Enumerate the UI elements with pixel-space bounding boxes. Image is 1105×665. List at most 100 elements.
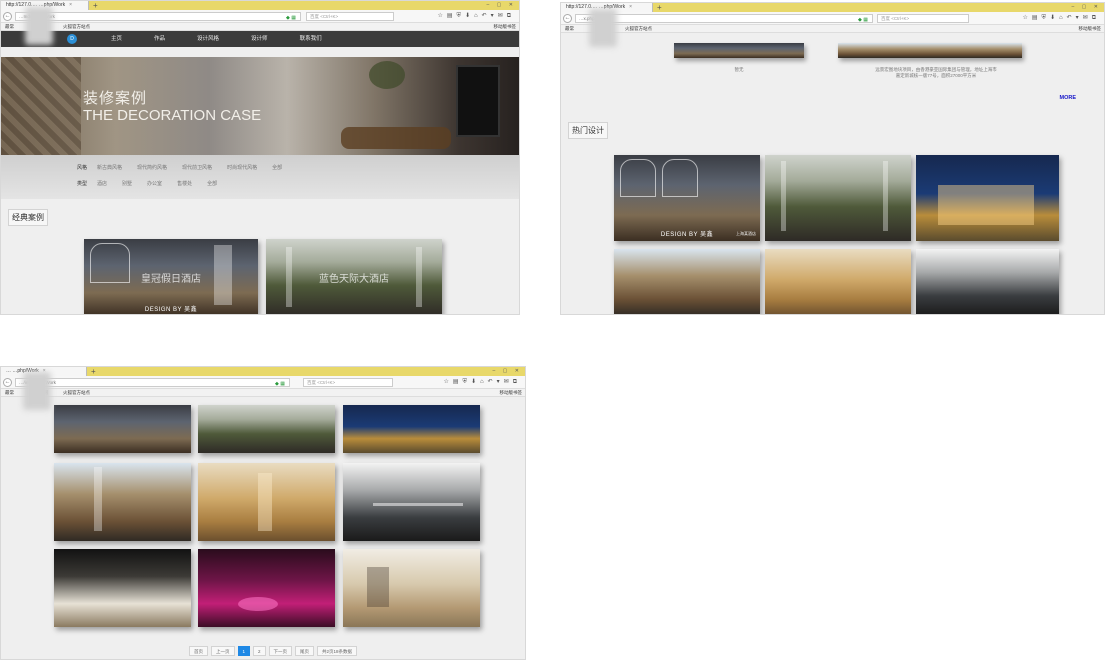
filter-option[interactable]: 全部 [207,180,217,187]
bookmark-item[interactable]: 火狐官方站点 [625,25,652,33]
filter-panel: 风格 新古典风格 现代简约风格 现代前卫风格 时尚现代风格 全部 类型 酒店 别… [1,155,519,199]
redaction-blur [23,372,51,410]
filter-option[interactable]: 新古典风格 [97,164,122,171]
design-card[interactable] [343,405,480,453]
project-card[interactable] [674,43,804,58]
card-label: 上海某酒店 [736,231,756,236]
design-card[interactable] [614,249,760,314]
menu-item-styles[interactable]: 设计风格 [197,31,219,47]
search-input[interactable]: 百度 <Ctrl+K> [306,12,394,21]
banner-artwork [456,65,500,137]
design-card[interactable] [343,463,480,541]
search-placeholder: 百度 <Ctrl+K> [310,14,339,19]
style-filter-row: 风格 新古典风格 现代简约风格 现代前卫风格 时尚现代风格 全部 [77,164,297,171]
plus-icon[interactable]: + [93,1,98,10]
card-title: 蓝色天际大酒店 [319,273,389,285]
design-card[interactable] [916,249,1059,314]
filter-option[interactable]: 全部 [272,164,282,171]
close-icon[interactable]: × [629,4,632,10]
redaction-blur [25,7,53,45]
design-card[interactable] [343,549,480,627]
menu-item-home[interactable]: 主页 [111,31,122,47]
card-structure [373,503,463,506]
search-input[interactable]: 百度 <Ctrl+K> [303,378,393,387]
filter-option[interactable]: 售楼处 [177,180,192,187]
bookmark-item[interactable]: 火狐官方站点 [63,23,90,31]
card-ottoman [238,597,278,611]
card-column [883,161,888,231]
url-bar[interactable]: …Index.php/Work◆ ▦ [15,12,301,21]
bookmark-item[interactable]: 火狐官方站点 [63,389,90,397]
more-link[interactable]: MORE [1060,95,1077,101]
design-card[interactable] [765,155,911,241]
case-card[interactable]: 皇冠假日酒店 DESIGN BY 吴鑫 [84,239,258,314]
design-card[interactable] [765,249,911,314]
plus-icon[interactable]: + [657,3,662,12]
card-caption: 暂无 [734,67,744,72]
url-bar[interactable]: …x.php/Work◆ ▦ [575,14,873,23]
design-card[interactable] [198,549,335,627]
first-page-button[interactable]: 首页 [189,646,208,656]
design-card[interactable] [198,463,335,541]
mobile-bookmarks[interactable]: 移动版书签 [494,23,517,31]
next-page-button[interactable]: 下一页 [268,646,293,656]
card-chandelier [258,473,272,531]
back-arrow-icon[interactable]: ← [3,12,12,21]
close-icon[interactable]: × [69,2,72,8]
navigation-bar: ← …/index.php/Work◆ ▦ 百度 <Ctrl+K> ☆▤⛨⬇⌂↶… [1,376,525,389]
screenshot-bottom-left: … …php/Work× + – ▢ ✕ ← …/index.php/Work◆… [0,366,526,660]
menu-item-works[interactable]: 作品 [154,31,165,47]
project-card[interactable] [838,43,1022,58]
menu-item-designers[interactable]: 设计师 [251,31,268,47]
filter-option[interactable]: 现代简约风格 [137,164,167,171]
bookmark-item[interactable]: 最常 [5,23,14,31]
toolbar-icons[interactable]: ☆▤⛨⬇⌂↶▾✉⧉ [1022,14,1100,23]
card-window [662,159,698,197]
design-card[interactable] [54,549,191,627]
plus-icon[interactable]: + [91,367,96,376]
shield-icon: ◆ ▦ [858,17,868,23]
bookmark-item[interactable]: 最常 [565,25,574,33]
page-summary: 共2页18条数据 [317,646,358,656]
banner-wall [1,57,81,155]
toolbar-icons[interactable]: ☆▤⛨⬇⌂↶▾✉⧉ [443,378,521,387]
page-1-button[interactable]: 1 [237,646,251,656]
filter-option[interactable]: 现代前卫风格 [182,164,212,171]
filter-option[interactable]: 时尚现代风格 [227,164,257,171]
back-arrow-icon[interactable]: ← [3,378,12,387]
tab-bar: http://127.0.… …php/Work × + – ▢ ✕ [1,1,519,10]
design-card[interactable] [916,155,1059,241]
design-card[interactable] [54,405,191,453]
section-title-hot: 热门设计 [568,122,608,139]
filter-option[interactable]: 酒店 [97,180,107,187]
bookmarks-bar: 最常 火狐官方站点 移动版书签 [561,25,1104,33]
case-card[interactable]: 蓝色天际大酒店 [266,239,442,314]
banner-table [341,127,451,149]
redaction-blur [589,9,617,47]
window-controls[interactable]: – ▢ ✕ [1072,3,1101,12]
menu-item-contact[interactable]: 联系我们 [300,31,322,47]
window-controls[interactable]: – ▢ ✕ [493,367,522,376]
url-bar[interactable]: …/index.php/Work◆ ▦ [15,378,290,387]
bookmarks-bar: 最常 上网 火狐官方站点 移动版书签 [1,389,525,397]
filter-option[interactable]: 办公室 [147,180,162,187]
mobile-bookmarks[interactable]: 移动版书签 [500,389,523,397]
page-2-button[interactable]: 2 [253,646,266,656]
window-controls[interactable]: – ▢ ✕ [487,1,516,10]
banner-title-zh: 装修案例 [83,89,148,107]
last-page-button[interactable]: 尾页 [295,646,315,656]
prev-page-button[interactable]: 上一页 [211,646,235,656]
design-card[interactable] [54,463,191,541]
toolbar-icons[interactable]: ☆▤⛨⬇⌂↶▾✉⧉ [437,12,515,21]
search-input[interactable]: 百度 <Ctrl+K> [877,14,969,23]
navigation-bar: ← …Index.php/Work◆ ▦ 百度 <Ctrl+K> ☆▤⛨⬇⌂↶▾… [1,10,519,23]
bookmark-item[interactable]: 最常 [5,389,14,397]
navigation-bar: ← …x.php/Work◆ ▦ 百度 <Ctrl+K> ☆▤⛨⬇⌂↶▾✉⧉ [561,12,1104,25]
design-card[interactable]: DESIGN BY 吴鑫 上海某酒店 [614,155,760,241]
mobile-bookmarks[interactable]: 移动版书签 [1079,25,1102,33]
filter-option[interactable]: 别墅 [122,180,132,187]
site-logo[interactable]: D [67,34,77,44]
design-card[interactable] [198,405,335,453]
pagination: 首页 上一页 1 2 下一页 尾页 共2页18条数据 [189,646,360,656]
back-arrow-icon[interactable]: ← [563,14,572,23]
